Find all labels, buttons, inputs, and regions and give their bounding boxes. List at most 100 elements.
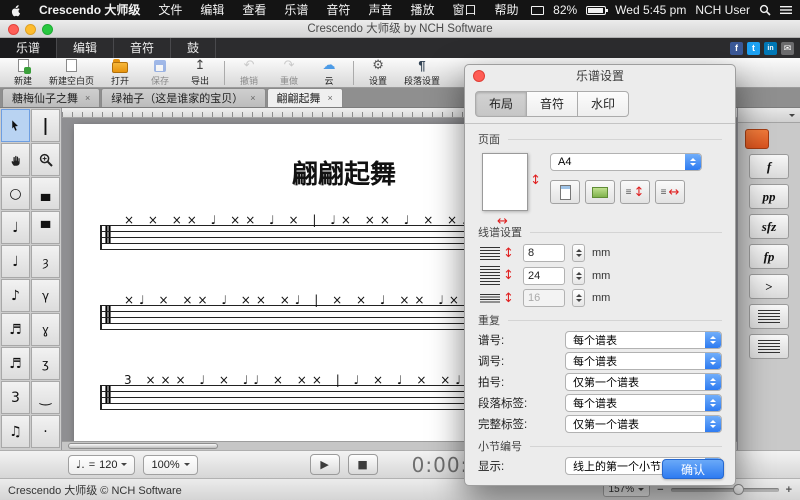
spotlight-search-icon[interactable] [759, 4, 771, 16]
new-button[interactable]: 新建 [4, 59, 42, 87]
twitter-icon[interactable]: t [747, 42, 760, 55]
staff-preset-button[interactable] [749, 334, 789, 359]
battery-icon[interactable] [586, 6, 606, 15]
staff-preset-button[interactable] [749, 304, 789, 329]
tab-layout[interactable]: 布局 [475, 91, 527, 117]
tool-whole-note[interactable]: ○ [1, 177, 30, 210]
save-button[interactable]: 保存 [141, 59, 179, 87]
zoom-window-button[interactable] [42, 24, 53, 35]
cloud-button[interactable]: ☁ 云 [310, 59, 348, 87]
tool-half-rest[interactable]: ▀ [31, 211, 60, 244]
dynamics-panel-selector[interactable] [738, 108, 800, 123]
menu-window[interactable]: 窗口 [443, 0, 485, 20]
accent-button[interactable]: > [749, 274, 789, 299]
paragraph-settings-button[interactable]: ¶ 段落设置 [399, 59, 445, 87]
tool-whole-rest[interactable]: ▄ [31, 177, 60, 210]
key-signature-repeat-select[interactable]: 每个谱表 [565, 352, 722, 370]
tool-beamed-notes[interactable]: ♫ [1, 415, 30, 448]
tool-quarter-rest[interactable]: ȝ [31, 245, 60, 278]
display-icon[interactable] [531, 6, 544, 15]
undo-button[interactable]: ↶ 撤销 [230, 59, 268, 87]
tool-tie[interactable]: ‿ [31, 381, 60, 414]
notification-center-icon[interactable] [780, 5, 792, 15]
stepper-control[interactable] [572, 244, 585, 262]
stepper-control[interactable] [572, 267, 585, 285]
tool-quarter-note[interactable]: ♩ [1, 245, 30, 278]
apple-menu-icon[interactable] [6, 3, 30, 17]
redo-button[interactable]: ↷ 重做 [270, 59, 308, 87]
clef-repeat-select[interactable]: 每个谱表 [565, 331, 722, 349]
horizontal-margins-button[interactable]: ≡↔ [655, 180, 685, 204]
tool-half-note[interactable]: ♩ [1, 211, 30, 244]
system-spacing-input[interactable] [523, 267, 565, 285]
confirm-button[interactable]: 确认 [662, 459, 724, 479]
doc-tab-greensleeves[interactable]: 绿袖子（这是谁家的宝贝） × [101, 88, 265, 107]
time-signature-repeat-select[interactable]: 仅第一个谱表 [565, 373, 722, 391]
tool-thirtysecond-rest[interactable]: ʒ [31, 347, 60, 380]
tool-eighth-note[interactable]: ♪ [1, 279, 30, 312]
stop-button[interactable]: ■ [348, 454, 378, 475]
tool-select-cursor[interactable] [1, 109, 30, 142]
email-icon[interactable]: ✉ [781, 42, 794, 55]
ribbon-tab-score[interactable]: 乐谱 [0, 38, 57, 58]
tool-sixteenth-note[interactable]: ♬ [1, 313, 30, 346]
paper-size-select[interactable]: A4 [550, 153, 702, 171]
tool-barline[interactable]: | [31, 109, 60, 142]
open-button[interactable]: 打开 [101, 59, 139, 87]
ribbon-tab-drums[interactable]: 鼓 [171, 38, 216, 58]
menu-play[interactable]: 播放 [401, 0, 443, 20]
tool-zoom[interactable] [31, 143, 60, 176]
tab-notes[interactable]: 音符 [526, 91, 578, 117]
settings-button[interactable]: ⚙ 设置 [359, 59, 397, 87]
vertical-margins-button[interactable]: ≡↕ [620, 180, 650, 204]
portrait-orientation-button[interactable] [550, 180, 580, 204]
zoom-slider[interactable] [671, 488, 779, 492]
tool-triplet[interactable]: 3 [1, 381, 30, 414]
playback-speed-select[interactable]: 100% [143, 455, 197, 475]
facebook-icon[interactable]: f [730, 42, 743, 55]
section-label-repeat-select[interactable]: 每个谱表 [565, 394, 722, 412]
close-window-button[interactable] [8, 24, 19, 35]
menu-clock[interactable]: Wed 5:45 pm [615, 3, 686, 17]
tool-eighth-rest[interactable]: γ [31, 279, 60, 312]
dynamic-pp-button[interactable]: pp [749, 184, 789, 209]
doc-tab-dancing[interactable]: 翩翩起舞 × [267, 88, 343, 107]
linkedin-icon[interactable]: in [764, 42, 777, 55]
scrollbar-thumb[interactable] [68, 443, 218, 449]
menu-edit[interactable]: 编辑 [191, 0, 233, 20]
menu-user[interactable]: NCH User [695, 3, 750, 17]
export-button[interactable]: ↥ 导出 [181, 59, 219, 87]
menu-help[interactable]: 帮助 [485, 0, 527, 20]
play-button[interactable]: ▶ [310, 454, 340, 475]
full-label-repeat-select[interactable]: 仅第一个谱表 [565, 415, 722, 433]
color-swatch-button[interactable] [745, 129, 769, 149]
tool-sixteenth-rest[interactable]: ɣ [31, 313, 60, 346]
doc-tab-sugar-plum[interactable]: 糖梅仙子之舞 × [2, 88, 100, 107]
menu-notes[interactable]: 音符 [317, 0, 359, 20]
zoom-in-icon[interactable]: + [786, 484, 792, 496]
ribbon-tab-notes[interactable]: 音符 [114, 38, 171, 58]
ribbon-tab-edit[interactable]: 编辑 [57, 38, 114, 58]
dynamic-sfz-button[interactable]: sfz [749, 214, 789, 239]
tempo-control[interactable]: ♩. = 120 [68, 455, 135, 475]
dynamic-f-button[interactable]: f [749, 154, 789, 179]
tool-hand-pan[interactable] [1, 143, 30, 176]
close-tab-icon[interactable]: × [85, 93, 90, 103]
close-tab-icon[interactable]: × [250, 93, 255, 103]
menu-view[interactable]: 查看 [233, 0, 275, 20]
staff-gap-input[interactable] [523, 289, 565, 307]
menu-sound[interactable]: 声音 [359, 0, 401, 20]
landscape-orientation-button[interactable] [585, 180, 615, 204]
staff-height-input[interactable] [523, 244, 565, 262]
menu-app-name[interactable]: Crescendo 大师级 [30, 0, 149, 20]
minimize-window-button[interactable] [25, 24, 36, 35]
stepper-control[interactable] [572, 289, 585, 307]
close-tab-icon[interactable]: × [328, 93, 333, 103]
menu-score[interactable]: 乐谱 [275, 0, 317, 20]
new-blank-page-button[interactable]: 新建空白页 [44, 59, 99, 87]
menu-file[interactable]: 文件 [149, 0, 191, 20]
tool-thirtysecond-note[interactable]: ♬ [1, 347, 30, 380]
dialog-close-button[interactable] [473, 70, 485, 82]
tool-dot[interactable]: · [31, 415, 60, 448]
tab-watermark[interactable]: 水印 [577, 91, 629, 117]
